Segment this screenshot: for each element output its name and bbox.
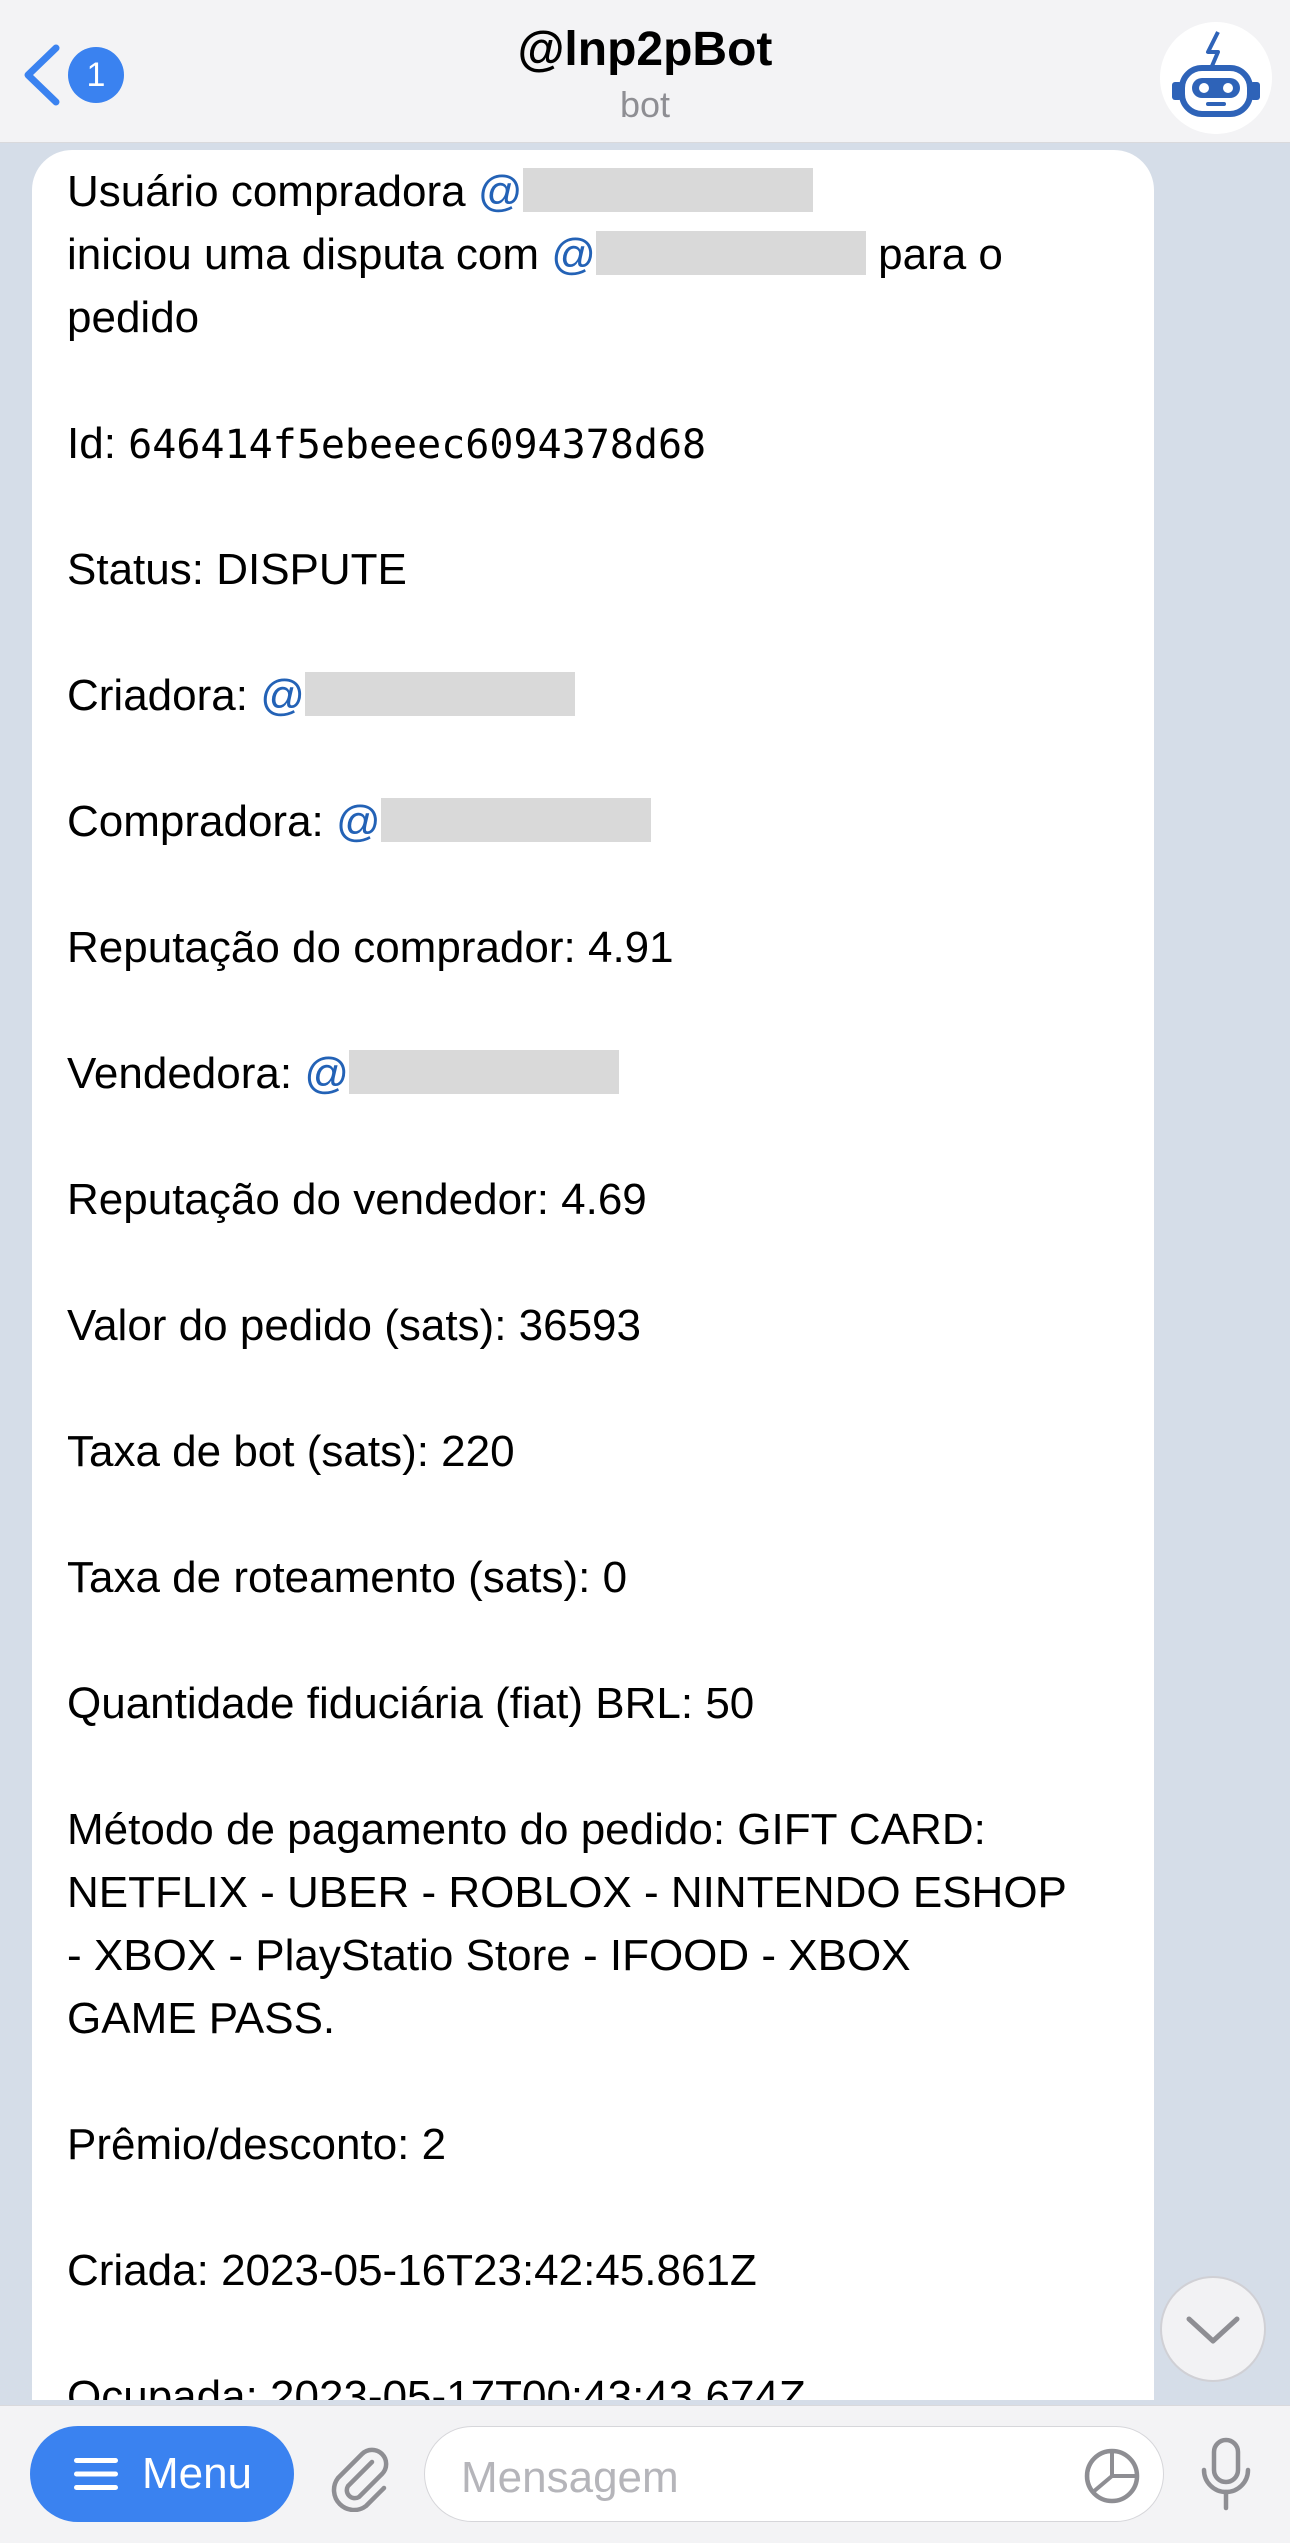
chevron-down-icon <box>1186 2316 1240 2344</box>
payment-method-line: GAME PASS. <box>67 1994 336 2043</box>
order-value-line: Valor do pedido (sats): 36593 <box>67 1301 641 1350</box>
order-id-line: Id: 646414f5ebeeec6094378d68 <box>67 412 1127 475</box>
buyer-mention-link[interactable]: @ <box>336 797 381 846</box>
bot-fee-line: Taxa de bot (sats): 220 <box>67 1427 515 1476</box>
id-label: Id: <box>67 419 129 468</box>
creator-line: Criadora: @ <box>67 664 1127 727</box>
status-line: Status: DISPUTE <box>67 545 407 594</box>
message-line: pedido <box>67 293 200 342</box>
seller-line: Vendedora: @ <box>67 1042 1127 1105</box>
message-input-placeholder: Mensagem <box>461 2453 679 2502</box>
redacted-username <box>522 168 813 212</box>
redacted-username <box>380 798 651 842</box>
menu-button[interactable]: Menu <box>30 2426 294 2522</box>
message-input[interactable]: Mensagem <box>424 2426 1164 2522</box>
text-span: iniciou uma disputa com <box>67 230 552 279</box>
input-bar: Menu Mensagem <box>0 2405 1290 2543</box>
order-id-code[interactable]: 646414f5ebeeec6094378d68 <box>128 422 706 468</box>
text-span: Usuário compradora <box>67 167 478 216</box>
fiat-amount-line: Quantidade fiduciária (fiat) BRL: 50 <box>67 1679 755 1728</box>
created-line: Criada: 2023-05-16T23:42:45.861Z <box>67 2246 757 2295</box>
redacted-username <box>595 231 866 275</box>
scroll-down-button[interactable] <box>1160 2276 1266 2382</box>
message-text: Usuário compradora @ iniciou uma disputa… <box>67 160 1127 2400</box>
payment-method-line: - XBOX - PlayStatio Store - IFOOD - XBOX <box>67 1931 911 1980</box>
chat-header: 1 @lnp2pBot bot <box>0 0 1290 143</box>
text-span: Criadora: <box>67 671 261 720</box>
payment-method-line: Método de pagamento do pedido: GIFT CARD… <box>67 1805 986 1854</box>
robot-icon <box>1160 22 1272 134</box>
text-span: para o <box>865 230 1003 279</box>
paperclip-icon[interactable] <box>322 2440 394 2512</box>
redacted-username <box>349 1050 619 1094</box>
hamburger-icon <box>73 2458 118 2490</box>
creator-mention-link[interactable]: @ <box>260 671 305 720</box>
chat-title[interactable]: @lnp2pBot <box>0 22 1290 77</box>
buyer-line: Compradora: @ <box>67 790 1127 853</box>
redacted-username <box>304 672 575 716</box>
text-span: Vendedora: <box>67 1049 305 1098</box>
text-span: Compradora: <box>67 797 337 846</box>
menu-label: Menu <box>141 2449 253 2498</box>
seller-reputation-line: Reputação do vendedor: 4.69 <box>67 1175 647 1224</box>
message-bubble: Usuário compradora @ iniciou uma disputa… <box>32 150 1154 2400</box>
chat-subtitle: bot <box>619 84 671 125</box>
message-line: iniciou uma disputa com @ para o <box>67 223 1127 286</box>
bot-avatar[interactable] <box>1160 22 1272 134</box>
buyer-reputation-line: Reputação do comprador: 4.91 <box>67 923 674 972</box>
microphone-icon[interactable] <box>1196 2436 1256 2512</box>
premium-line: Prêmio/desconto: 2 <box>67 2120 447 2169</box>
message-line: Usuário compradora @ <box>67 160 1127 223</box>
payment-method-line: NETFLIX - UBER - ROBLOX - NINTENDO ESHOP <box>67 1868 1067 1917</box>
seller-mention-link[interactable]: @ <box>304 1049 349 1098</box>
sticker-icon[interactable] <box>1083 2447 1141 2505</box>
routing-fee-line: Taxa de roteamento (sats): 0 <box>67 1553 628 1602</box>
buyer-mention-link[interactable]: @ <box>478 167 523 216</box>
seller-mention-link[interactable]: @ <box>551 230 596 279</box>
taken-line: Ocupada: 2023-05-17T00:43:43.674Z <box>67 2372 806 2400</box>
